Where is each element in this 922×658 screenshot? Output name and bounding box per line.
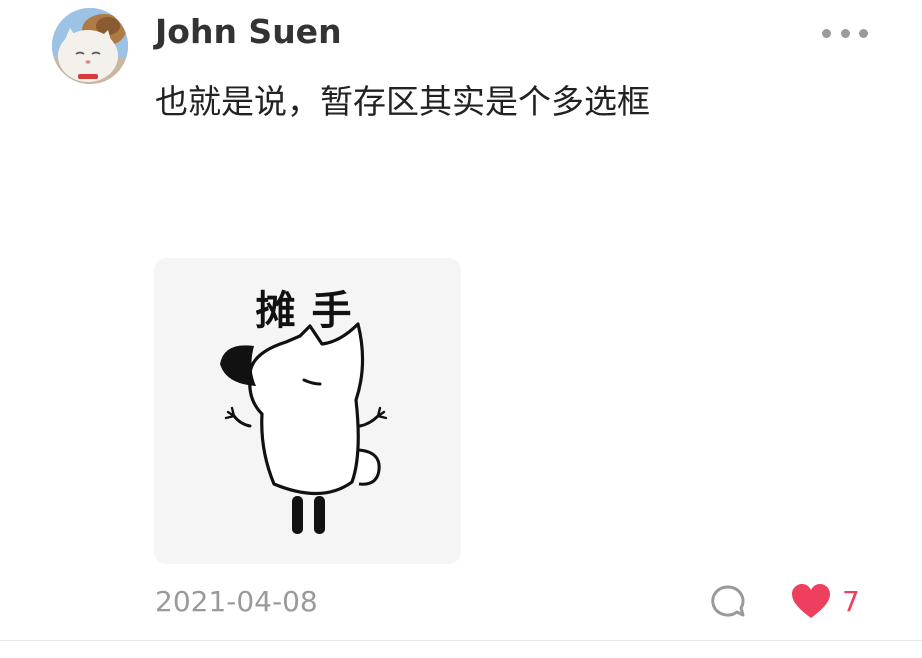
more-options-button[interactable] [818,18,872,48]
more-dots-icon [822,28,831,38]
shrug-dog-illustration [220,322,388,534]
more-dots-icon [840,28,850,38]
like-count: 7 [842,585,860,618]
sticker-image[interactable]: 摊手 [154,258,461,564]
comment-bubble-icon [711,585,745,617]
like-button[interactable] [790,582,832,622]
author-name[interactable]: John Suen [155,10,342,54]
heart-icon [792,584,830,618]
avatar[interactable] [52,8,128,84]
comment-text: 也就是说，暂存区其实是个多选框 [155,82,650,121]
comment-date: 2021-04-08 [155,585,318,618]
cat-avatar-image [52,8,128,84]
divider [0,640,922,641]
reply-button[interactable] [708,582,748,622]
more-dots-icon [859,28,868,38]
